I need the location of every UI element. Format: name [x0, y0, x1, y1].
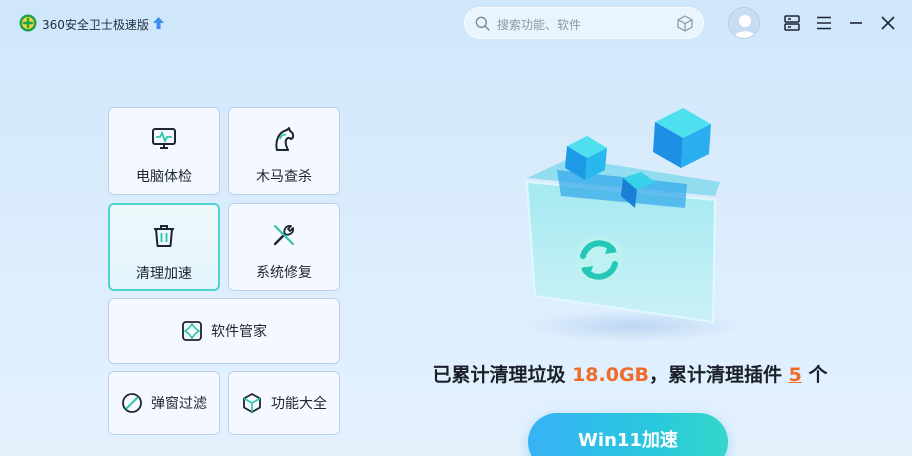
- win11-speedup-button[interactable]: Win11加速: [528, 413, 728, 456]
- search-box[interactable]: 搜索功能、软件: [464, 7, 704, 39]
- stats-suffix: 个: [801, 364, 828, 386]
- tile-label: 系统修复: [256, 265, 312, 281]
- tile-label: 清理加速: [136, 266, 192, 282]
- user-icon: [734, 15, 756, 38]
- junk-size-value: 18.0GB: [572, 364, 650, 386]
- stats-prefix: 已累计清理垃圾: [432, 364, 573, 386]
- plugin-count-value[interactable]: 5: [789, 364, 802, 386]
- horse-icon: [275, 127, 295, 151]
- box-icon: [243, 393, 261, 413]
- trash-icon: [154, 225, 174, 247]
- tile-pc-checkup[interactable]: 电脑体检: [108, 107, 220, 195]
- close-icon[interactable]: [879, 14, 897, 32]
- software-manager-icon: [182, 321, 202, 341]
- tile-cleanup-speedup[interactable]: 清理加速: [108, 203, 220, 291]
- cleanup-stats: 已累计清理垃圾 18.0GB，累计清理插件 5 个: [380, 360, 880, 387]
- tile-system-repair[interactable]: 系统修复: [228, 203, 340, 291]
- tile-label: 电脑体检: [136, 169, 192, 185]
- monitor-pulse-icon: [152, 128, 176, 149]
- tile-label: 功能大全: [271, 396, 327, 412]
- tile-label: 木马查杀: [256, 169, 312, 185]
- stats-middle: ，累计清理插件: [649, 364, 789, 386]
- search-icon: [475, 16, 490, 31]
- tools-icon: [273, 224, 295, 246]
- minimize-icon[interactable]: [847, 14, 865, 32]
- avatar[interactable]: [728, 7, 760, 39]
- block-icon: [122, 393, 142, 413]
- app-title: 360安全卫士极速版: [42, 18, 149, 32]
- title-bar: 360安全卫士极速版 搜索功能、软件: [0, 0, 912, 48]
- skin-icon[interactable]: [783, 14, 801, 32]
- menu-icon[interactable]: [815, 14, 833, 32]
- upgrade-arrow-icon[interactable]: [152, 16, 165, 30]
- tile-popup-filter[interactable]: 弹窗过滤: [108, 371, 220, 435]
- app-logo-icon: [19, 14, 37, 32]
- search-input[interactable]: 搜索功能、软件: [497, 16, 581, 33]
- cleanup-box-illustration: [523, 108, 743, 342]
- tile-trojan-scan[interactable]: 木马查杀: [228, 107, 340, 195]
- tile-software-manager[interactable]: 软件管家: [108, 298, 340, 364]
- tile-label: 软件管家: [211, 324, 267, 340]
- tile-label: 弹窗过滤: [151, 396, 207, 412]
- cube-icon[interactable]: [677, 15, 693, 32]
- tile-all-features[interactable]: 功能大全: [228, 371, 340, 435]
